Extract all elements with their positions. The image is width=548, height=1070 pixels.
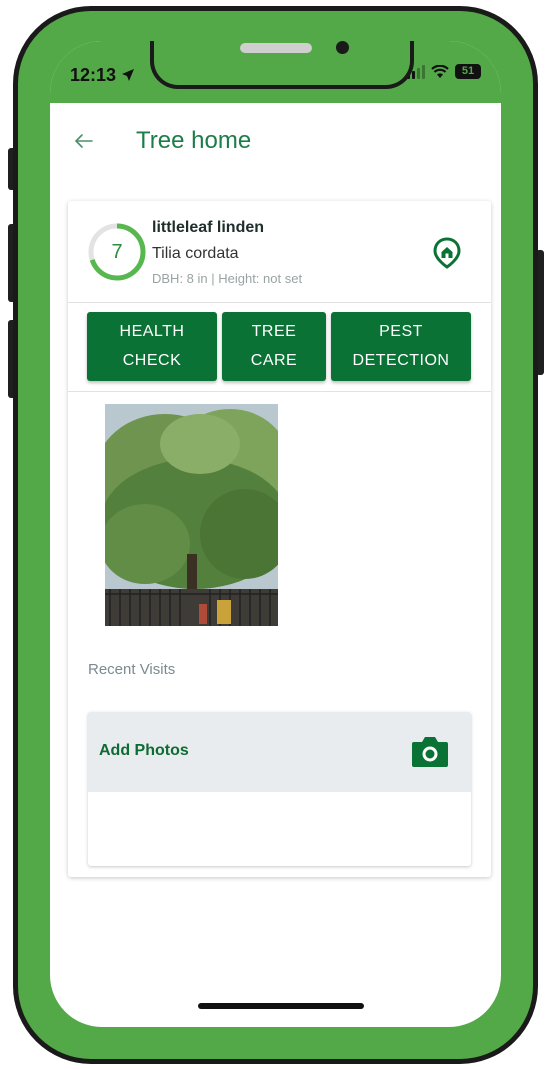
tree-photo-image: [105, 404, 278, 626]
arrow-left-icon[interactable]: [72, 129, 96, 153]
action-buttons: HEALTH CHECK TREE CARE PEST DETECTION: [68, 302, 491, 392]
add-photos-label: Add Photos: [99, 742, 189, 759]
camera-icon[interactable]: [411, 734, 449, 768]
add-photos-header: Add Photos: [88, 712, 471, 792]
pest-detection-line2: DETECTION: [352, 352, 450, 369]
location-pin-icon[interactable]: [431, 237, 463, 269]
tree-card: 7 littleleaf linden Tilia cordata DBH: 8…: [68, 201, 491, 877]
screen: 12:13 51 Tree home 7 littleleaf linden T…: [50, 41, 501, 1027]
home-indicator[interactable]: [198, 1003, 364, 1009]
tree-info: 7 littleleaf linden Tilia cordata DBH: 8…: [68, 201, 491, 303]
status-icons: 51: [407, 64, 481, 79]
pest-detection-line1: PEST: [379, 323, 423, 340]
phone-frame: 12:13 51 Tree home 7 littleleaf linden T…: [13, 6, 538, 1064]
location-arrow-icon: [122, 69, 135, 81]
battery-icon: 51: [455, 64, 481, 79]
time-text: 12:13: [70, 65, 117, 85]
health-check-line1: HEALTH: [119, 323, 185, 340]
tree-measurements: DBH: 8 in | Height: not set: [152, 271, 303, 286]
tree-common-name: littleleaf linden: [152, 219, 265, 236]
tree-scientific-name: Tilia cordata: [152, 245, 239, 262]
app-header: Tree home: [50, 103, 501, 183]
status-time: 12:13: [70, 65, 135, 86]
pest-detection-button[interactable]: PEST DETECTION: [331, 312, 471, 381]
recent-visits-label: Recent Visits: [88, 661, 176, 678]
health-check-line2: CHECK: [122, 352, 182, 369]
wifi-icon: [431, 64, 449, 78]
tree-care-line2: CARE: [250, 352, 298, 369]
speaker: [240, 43, 312, 53]
tree-care-button[interactable]: TREE CARE: [222, 312, 326, 381]
health-check-button[interactable]: HEALTH CHECK: [87, 312, 217, 381]
front-camera: [336, 41, 349, 54]
tree-photo[interactable]: [105, 404, 278, 626]
add-photos-card[interactable]: Add Photos: [88, 712, 471, 866]
tree-care-line1: TREE: [251, 323, 297, 340]
page-title: Tree home: [136, 127, 252, 154]
health-score: 7: [111, 241, 123, 263]
notch: [150, 41, 414, 89]
